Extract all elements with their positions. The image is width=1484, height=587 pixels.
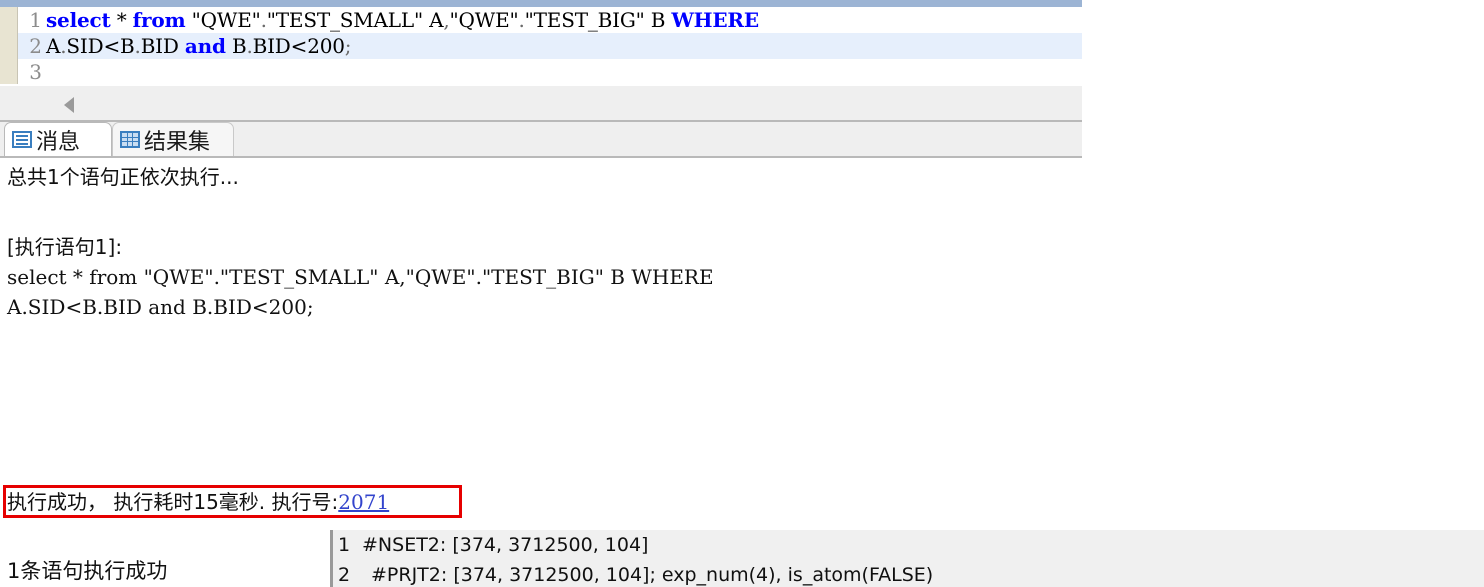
exec-id-link[interactable]: 2071 (338, 490, 389, 514)
statement-sql-line-1: select * from "QWE"."TEST_SMALL" A,"QWE"… (7, 265, 714, 289)
editor-line-number: 2 (29, 34, 42, 58)
execution-plan-row-text: #NSET2: [374, 3712500, 104] (362, 534, 649, 556)
execution-plan-row-number: 2 (338, 564, 351, 586)
sql-token-kw: from (132, 8, 186, 32)
tab-messages-label: 消息 (36, 129, 81, 155)
sql-token-txt: SID<B (66, 34, 135, 58)
execution-plan-row-text: #PRJT2: [374, 3712500, 104]; exp_num(4),… (371, 564, 934, 586)
editor-horizontal-scrollbar[interactable] (0, 0, 1082, 7)
grid-icon (120, 131, 140, 148)
exec-success-message: 执行成功， 执行耗时15毫秒. 执行号:2071 (7, 489, 389, 515)
sql-token-txt: "QWE" (185, 8, 261, 32)
editor-bottom-scroll-strip[interactable] (0, 86, 1082, 122)
execution-plan-row-number: 1 (338, 534, 351, 556)
exec-success-prefix: 执行成功， 执行耗时15毫秒. 执行号: (7, 490, 339, 514)
result-tab-strip: 消息 结果集 (0, 122, 1082, 158)
sql-token-kw: WHERE (671, 8, 759, 32)
tab-messages[interactable]: 消息 (4, 122, 112, 156)
sql-editor[interactable]: 1 select * from "QWE"."TEST_SMALL" A,"QWE… (0, 0, 1082, 84)
editor-line-text[interactable]: A.SID<B.BID and B.BID<200; (46, 33, 352, 59)
statement-header: [执行语句1]: (7, 235, 123, 259)
editor-line-number: 3 (29, 60, 42, 84)
execution-plan-row[interactable]: 1 #NSET2: [374, 3712500, 104] (333, 530, 1484, 560)
execution-plan-rows: 1 #NSET2: [374, 3712500, 104] 2 #PRJT2: [37… (333, 530, 1484, 587)
sql-token-txt: BID (140, 34, 185, 58)
sql-token-txt: B (225, 34, 247, 58)
editor-line-text[interactable]: select * from "QWE"."TEST_SMALL" A,"QWE"… (46, 7, 759, 33)
sql-token-pun: ; (344, 34, 352, 58)
sql-token-txt: "TEST_BIG" B (524, 8, 672, 32)
execution-plan-panel[interactable]: 1 #NSET2: [374, 3712500, 104] 2 #PRJT2: [37… (330, 530, 1484, 587)
sql-token-txt: "QWE" (449, 8, 519, 32)
statement-sql-line-2: A.SID<B.BID and B.BID<200; (7, 295, 314, 319)
sql-token-txt: "TEST_SMALL" A (266, 8, 444, 32)
scroll-left-arrow-icon[interactable] (64, 97, 74, 113)
tab-resultset[interactable]: 结果集 (112, 122, 234, 156)
sql-token-kw: select (46, 8, 111, 32)
sql-token-txt: A (46, 34, 61, 58)
execution-plan-row[interactable]: 2 #PRJT2: [374, 3712500, 104]; exp_num(4)… (333, 560, 1484, 587)
statement-summary: 1条语句执行成功 (7, 559, 168, 583)
sql-token-txt: BID<200 (252, 34, 345, 58)
sql-token-kw: and (184, 34, 226, 58)
tab-resultset-label: 结果集 (144, 129, 211, 155)
editor-gutter-margin (0, 7, 18, 84)
executing-notice: 总共1个语句正依次执行... (7, 165, 239, 189)
message-icon (12, 131, 32, 148)
message-output-panel[interactable]: 总共1个语句正依次执行... [执行语句1]: select * from "Q… (0, 158, 1484, 587)
sql-token-txt: * (110, 8, 133, 32)
editor-line-number: 1 (29, 8, 42, 32)
